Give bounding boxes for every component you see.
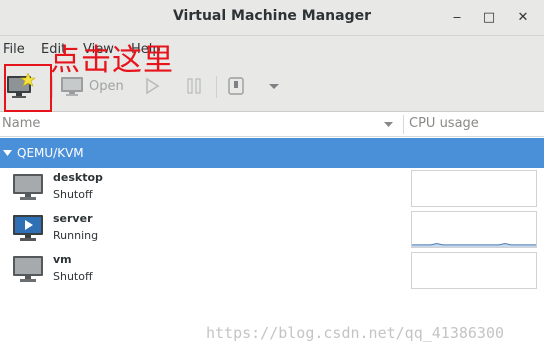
cpu-usage-line — [412, 242, 536, 246]
vm-name: desktop — [53, 171, 103, 184]
column-name[interactable]: Name — [2, 116, 40, 131]
vm-name: server — [53, 212, 93, 225]
vm-status: Shutoff — [53, 188, 93, 201]
shutdown-button[interactable] — [227, 72, 245, 100]
monitor-icon — [61, 77, 83, 96]
connection-group-row[interactable]: QEMU/KVM — [0, 138, 544, 168]
cpu-usage-graph — [411, 170, 537, 207]
monitor-off-icon — [13, 256, 43, 282]
maximize-button[interactable]: □ — [478, 6, 500, 28]
vm-status: Running — [53, 229, 99, 242]
watermark: https://blog.csdn.net/qq_41386300 — [206, 324, 505, 342]
vm-row-server[interactable]: server Running — [0, 211, 544, 252]
connection-label: QEMU/KVM — [17, 146, 84, 160]
monitor-off-icon — [13, 174, 43, 200]
pause-button[interactable] — [186, 72, 202, 100]
vm-status: Shutoff — [53, 270, 93, 283]
chevron-down-icon — [269, 84, 279, 89]
cpu-usage-sparkline — [412, 242, 536, 247]
maximize-icon: □ — [482, 9, 496, 25]
shutdown-menu-button[interactable] — [268, 72, 280, 100]
pause-icon — [187, 78, 201, 94]
toolbar-separator — [216, 76, 217, 98]
column-divider[interactable] — [403, 115, 404, 134]
power-icon — [228, 77, 244, 95]
vm-row-desktop[interactable]: desktop Shutoff — [0, 170, 544, 211]
column-cpu-usage[interactable]: CPU usage — [409, 116, 479, 131]
title-bar: Virtual Machine Manager ‒ □ ✕ — [0, 0, 544, 36]
sort-chevron-icon[interactable] — [383, 120, 394, 129]
toolbar-separator — [52, 76, 53, 98]
vm-row-vm[interactable]: vm Shutoff — [0, 252, 544, 293]
close-button[interactable]: ✕ — [512, 6, 534, 28]
annotation-text: 点击这里 — [50, 43, 174, 78]
annotation-highlight-box — [4, 64, 52, 112]
minimize-icon: ‒ — [452, 9, 462, 25]
column-header: Name CPU usage — [0, 112, 544, 137]
open-label: Open — [89, 78, 124, 94]
play-icon — [146, 77, 160, 95]
cpu-usage-graph — [411, 252, 537, 289]
close-icon: ✕ — [517, 9, 529, 25]
cpu-usage-graph — [411, 211, 537, 248]
minimize-button[interactable]: ‒ — [446, 6, 468, 28]
vm-name: vm — [53, 253, 72, 266]
expander-down-icon[interactable] — [3, 150, 12, 157]
monitor-running-icon — [13, 215, 43, 241]
menu-file[interactable]: File — [3, 42, 25, 57]
